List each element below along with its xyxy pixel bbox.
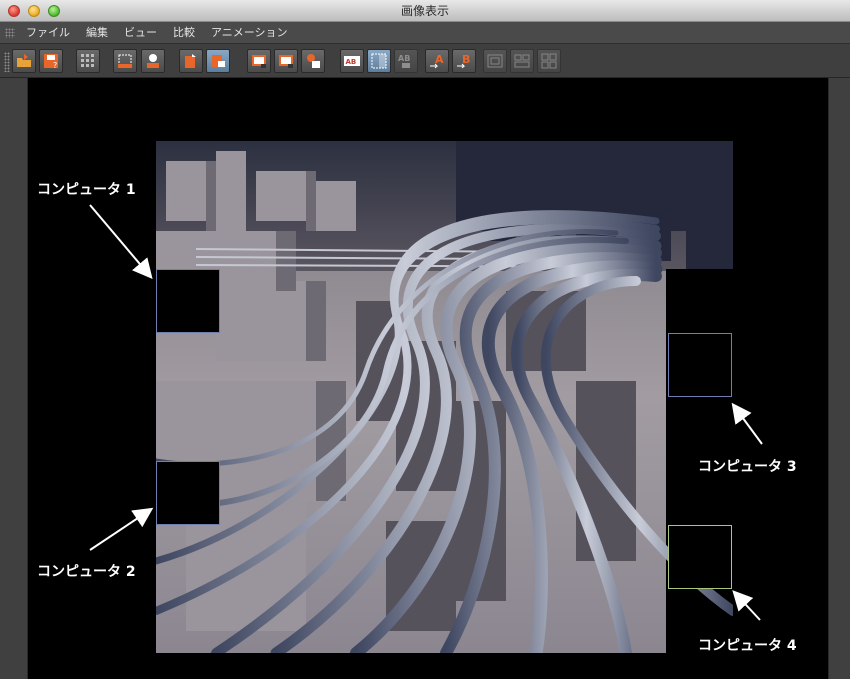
frame-view-2-icon [279,55,293,68]
save-icon: ? [44,54,58,70]
computer-4-label: コンピュータ 4 [698,638,797,654]
svg-text:B: B [462,53,470,66]
channel-blue-icon [212,55,225,67]
compare-split-icon [371,53,387,69]
toolbar: ? AB AB A B [0,44,850,78]
svg-text:A: A [435,53,444,66]
layout-2-button[interactable] [510,49,534,73]
menu-compare[interactable]: 比較 [173,22,195,44]
frame-view-2-button[interactable] [274,49,298,73]
grip-icon [5,28,15,38]
computer-3-tile [668,333,732,397]
computer-1-tile [156,269,220,333]
open-folder-icon [17,54,31,67]
svg-text:AB: AB [346,58,357,66]
frame-view-1-icon [252,55,266,68]
layout-3-button[interactable] [537,49,561,73]
computer-4-tile [668,525,732,589]
compare-ab-dim-button[interactable]: AB [394,49,418,73]
svg-text:AB: AB [398,54,410,63]
toolbar-grip-icon [4,52,10,72]
layout-3-icon [541,53,557,69]
compare-split-button[interactable] [367,49,391,73]
layout-2-icon [514,54,530,68]
set-b-button[interactable]: B [452,49,476,73]
grid-button[interactable] [76,49,100,73]
left-panel-strip [0,78,28,679]
compare-ab-dim-icon: AB [398,54,410,68]
channel-orange-button[interactable] [179,49,203,73]
compare-ab-button[interactable]: AB [340,49,364,73]
grid-icon [81,54,94,67]
window-title: 画像表示 [400,4,449,18]
layout-1-button[interactable] [483,49,507,73]
region-select-button[interactable] [113,49,137,73]
region-select-icon [118,54,132,68]
set-a-icon: A [430,53,444,69]
menu-edit[interactable]: 編集 [86,22,108,44]
channel-blue-button[interactable] [206,49,230,73]
right-panel-strip [828,78,850,679]
title-bar: 画像表示 [0,0,850,22]
open-button[interactable] [12,49,36,73]
set-a-button[interactable]: A [425,49,449,73]
layout-1-icon [487,54,503,68]
set-b-icon: B [457,53,470,69]
channel-orange-icon [185,54,196,68]
person-button[interactable] [141,49,165,73]
person-icon [147,54,159,68]
svg-text:?: ? [53,61,57,70]
menu-file[interactable]: ファイル [26,22,70,44]
frame-view-3-icon [307,54,320,68]
menu-animation[interactable]: アニメーション [211,22,288,44]
frame-view-3-button[interactable] [301,49,325,73]
rendered-image [156,141,733,653]
menu-view[interactable]: ビュー [124,22,157,44]
menu-bar: ファイル 編集 ビュー 比較 アニメーション [0,22,850,44]
compare-ab-icon: AB [344,56,360,66]
frame-view-1-button[interactable] [247,49,271,73]
computer-3-label: コンピュータ 3 [698,459,797,475]
computer-2-label: コンピュータ 2 [37,564,136,580]
computer-1-label: コンピュータ 1 [37,182,136,198]
computer-2-tile [156,461,220,525]
save-button[interactable]: ? [39,49,63,73]
